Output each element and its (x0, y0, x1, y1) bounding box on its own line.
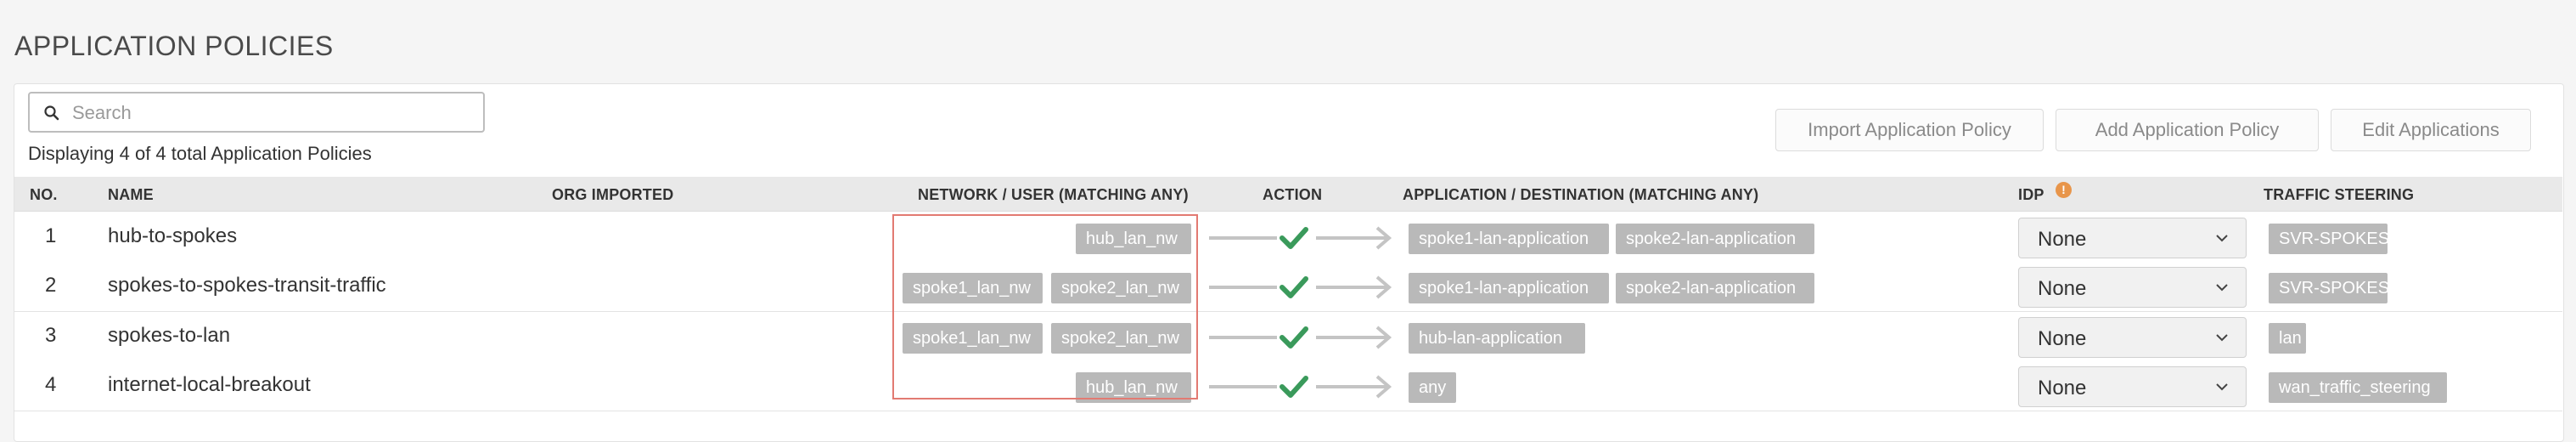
search-input[interactable] (70, 99, 473, 128)
application-tag[interactable]: spoke1-lan-application (1409, 224, 1609, 254)
network-tag[interactable]: spoke2_lan_nw (1051, 273, 1191, 303)
table-row[interactable]: 4 internet-local-breakout hub_lan_nw any Non… (14, 361, 2562, 411)
network-tag[interactable]: hub_lan_nw (1076, 372, 1191, 403)
row-number: 2 (45, 274, 57, 297)
traffic-steering-tag[interactable]: SVR-SPOKES (2269, 273, 2389, 303)
idp-select-value: None (2038, 228, 2087, 251)
column-header-action[interactable]: ACTION (1263, 186, 1322, 204)
network-tag[interactable]: spoke1_lan_nw (903, 323, 1043, 354)
action-allow-icon (1209, 226, 1392, 250)
network-tag[interactable]: spoke1_lan_nw (903, 273, 1043, 303)
idp-select[interactable]: None (2018, 366, 2247, 407)
idp-select-value: None (2038, 377, 2087, 400)
column-header-org-imported[interactable]: ORG IMPORTED (552, 186, 673, 204)
row-number: 1 (45, 224, 57, 247)
policy-name[interactable]: hub-to-spokes (108, 224, 237, 248)
idp-select[interactable]: None (2018, 267, 2247, 308)
chevron-down-icon (2216, 383, 2228, 391)
network-tag[interactable]: spoke2_lan_nw (1051, 323, 1191, 354)
table-header: NO. NAME ORG IMPORTED NETWORK / USER (MA… (14, 177, 2562, 212)
edit-applications-button[interactable]: Edit Applications (2331, 109, 2531, 151)
idp-select[interactable]: None (2018, 317, 2247, 358)
traffic-steering-tag[interactable]: lan (2269, 323, 2306, 354)
results-summary: Displaying 4 of 4 total Application Poli… (28, 143, 372, 164)
column-header-traffic-steering[interactable]: TRAFFIC STEERING (2264, 186, 2414, 204)
table-row[interactable]: 1 hub-to-spokes hub_lan_nw spoke1-lan-appli… (14, 212, 2562, 263)
application-tag[interactable]: spoke1-lan-application (1409, 273, 1609, 303)
action-allow-icon (1209, 326, 1392, 349)
column-header-network[interactable]: NETWORK / USER (MATCHING ANY) (918, 186, 1189, 204)
column-header-name[interactable]: NAME (108, 186, 154, 204)
traffic-steering-tag[interactable]: SVR-SPOKES (2269, 224, 2389, 254)
row-number: 4 (45, 373, 57, 396)
idp-select-value: None (2038, 327, 2087, 350)
policy-name[interactable]: internet-local-breakout (108, 373, 311, 397)
search-box[interactable] (28, 92, 485, 133)
idp-info-icon[interactable]: ! (2056, 182, 2072, 198)
import-application-policy-button[interactable]: Import Application Policy (1775, 109, 2044, 151)
action-allow-icon (1209, 275, 1392, 299)
policy-name[interactable]: spokes-to-lan (108, 324, 230, 348)
add-application-policy-button[interactable]: Add Application Policy (2056, 109, 2319, 151)
application-tag[interactable]: spoke2-lan-application (1616, 273, 1814, 303)
column-header-idp[interactable]: IDP (2018, 186, 2044, 204)
network-tag[interactable]: hub_lan_nw (1076, 224, 1191, 254)
traffic-steering-tag[interactable]: wan_traffic_steering (2269, 372, 2447, 403)
idp-select-value: None (2038, 277, 2087, 300)
table-row[interactable]: 3 spokes-to-lan spoke2_lan_nw spoke1_lan_nw… (14, 312, 2562, 362)
application-tag[interactable]: any (1409, 372, 1456, 403)
idp-select[interactable]: None (2018, 218, 2247, 258)
page-title: APPLICATION POLICIES (14, 31, 334, 61)
chevron-down-icon (2216, 235, 2228, 242)
chevron-down-icon (2216, 284, 2228, 292)
application-tag[interactable]: spoke2-lan-application (1616, 224, 1814, 254)
search-icon (44, 105, 59, 121)
application-tag[interactable]: hub-lan-application (1409, 323, 1585, 354)
column-header-application[interactable]: APPLICATION / DESTINATION (MATCHING ANY) (1403, 186, 1758, 204)
action-allow-icon (1209, 375, 1392, 399)
chevron-down-icon (2216, 334, 2228, 342)
table-row[interactable]: 2 spokes-to-spokes-transit-traffic spoke2_… (14, 262, 2562, 312)
row-number: 3 (45, 324, 57, 347)
column-header-no[interactable]: NO. (30, 186, 58, 204)
policy-name[interactable]: spokes-to-spokes-transit-traffic (108, 274, 386, 298)
